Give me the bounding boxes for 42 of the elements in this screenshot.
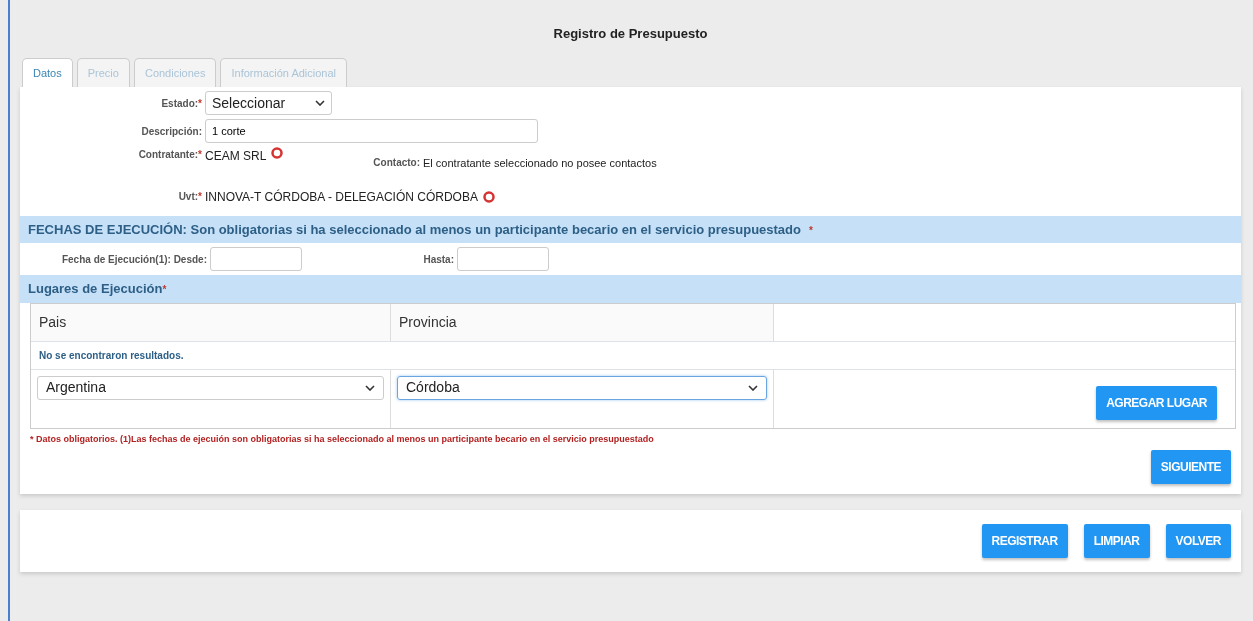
- required-mark: *: [162, 284, 167, 295]
- description-field[interactable]: 1 corte: [205, 119, 538, 143]
- column-header: Pais: [31, 303, 391, 341]
- required-note: * Datos obligatorios. (1)Las fechas de ejecuión son obligatorias si ha seleccionado al menos un participante becario en el servicio presupuestado: [29, 432, 655, 446]
- remove-icon[interactable]: [271, 147, 284, 159]
- date-field[interactable]: [210, 247, 302, 271]
- province-select[interactable]: Córdoba: [397, 375, 767, 400]
- footer-button[interactable]: VOLVER: [1165, 524, 1231, 558]
- caret-icon: [365, 384, 375, 391]
- caret-icon: [748, 384, 758, 391]
- page-title: Registro de Presupuesto: [552, 25, 709, 43]
- tab[interactable]: Precio: [76, 57, 130, 87]
- contact-value: El contratante seleccionado no posee contactos: [423, 156, 657, 171]
- footer-button[interactable]: LIMPIAR: [1083, 524, 1150, 558]
- remove-icon[interactable]: [482, 190, 495, 203]
- column-header: Provincia: [391, 303, 774, 341]
- tab[interactable]: Condiciones: [133, 57, 217, 87]
- required-mark: *: [198, 191, 202, 202]
- uvt-value: INNOVA-T CÓRDOBA - DELEGACIÓN CÓRDOBA: [205, 188, 478, 206]
- footer-button[interactable]: REGISTRAR: [981, 524, 1068, 558]
- required-mark: *: [809, 224, 813, 236]
- field-label: Uvt:: [178, 191, 199, 202]
- field-label: Descripción:: [141, 125, 202, 137]
- field-label: Hasta:: [423, 253, 454, 265]
- add-place-button[interactable]: AGREGAR LUGAR: [1096, 385, 1217, 420]
- section-title: FECHAS DE EJECUCIÓN: Son obligatorias si ha seleccionado al menos un participante becario en el servicio presupuestado: [28, 221, 801, 237]
- empty-message: No se encontraron resultados.: [31, 341, 1235, 370]
- tab[interactable]: Datos: [22, 57, 73, 87]
- field-label: Contratante:: [138, 149, 199, 160]
- section-title: Lugares de Ejecución: [28, 281, 163, 296]
- caret-icon: [315, 100, 326, 106]
- field-label: Contacto:: [373, 157, 421, 168]
- required-mark: *: [198, 97, 202, 109]
- status-select[interactable]: Seleccionar: [205, 91, 333, 115]
- tab[interactable]: Información Adicional: [220, 57, 348, 87]
- contractor-value: CEAM SRL: [205, 148, 267, 165]
- next-button[interactable]: SIGUIENTE: [1150, 450, 1231, 484]
- date-field[interactable]: [457, 247, 549, 271]
- country-select[interactable]: Argentina: [37, 375, 384, 400]
- field-label: Estado:: [161, 97, 199, 109]
- field-label: Fecha de Ejecución(1): Desde:: [61, 253, 207, 265]
- required-mark: *: [198, 149, 202, 160]
